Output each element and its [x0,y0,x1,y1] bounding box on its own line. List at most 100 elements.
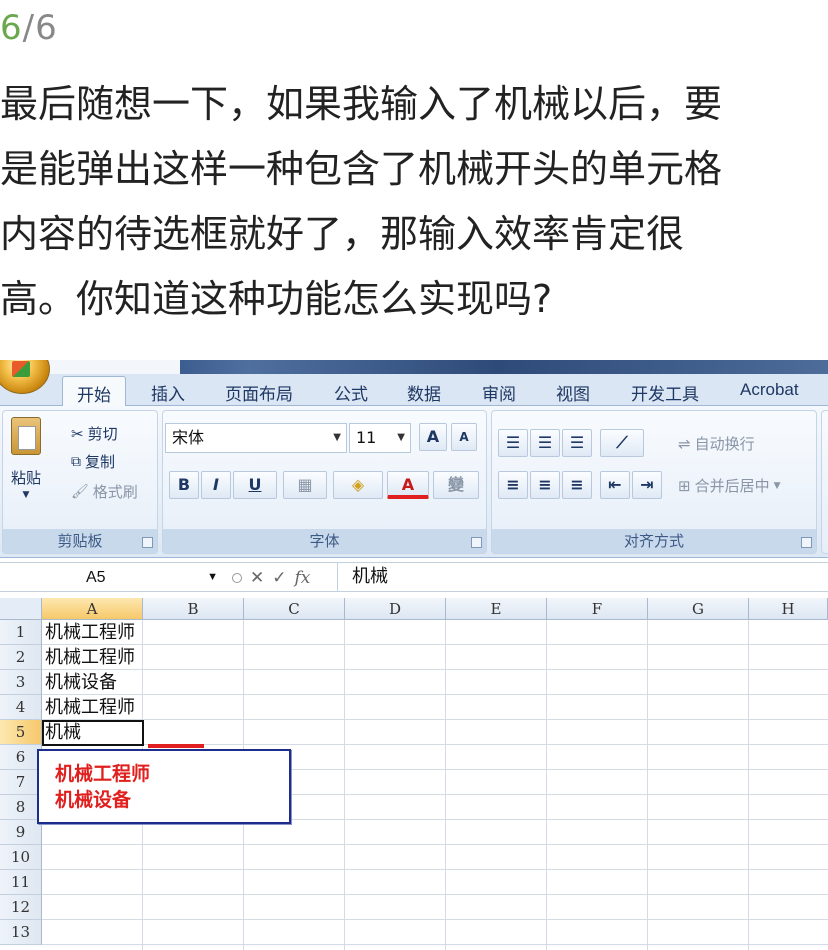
dialog-launcher-icon[interactable] [801,537,812,548]
underline-button[interactable]: U [233,471,277,499]
tab-acrobat[interactable]: Acrobat [740,380,799,400]
shrink-font-button[interactable]: A [451,423,477,451]
formula-input[interactable]: 机械 [337,563,388,591]
cell-a1[interactable]: 机械工程师 [45,620,135,645]
increase-indent-button[interactable]: ⇥ [632,471,662,499]
merge-center-button[interactable]: ⊞ 合并后居中 ▼ [678,475,781,496]
ribbon-tabs: 开始 插入 页面布局 公式 数据 审阅 视图 开发工具 Acrobat [0,374,828,407]
row-header[interactable]: 4 [0,695,42,720]
alignment-group-title: 对齐方式 [492,529,816,553]
column-header-a[interactable]: A [42,598,143,620]
name-box[interactable]: A5 ▼ [0,565,222,590]
merge-icon: ⊞ [678,476,691,495]
font-name-select[interactable]: 宋体 ▼ [165,423,347,453]
cell-a2[interactable]: 机械工程师 [45,645,135,670]
row-header[interactable]: 2 [0,645,42,670]
chevron-down-icon: ▼ [207,571,218,583]
font-color-button[interactable]: A [387,471,429,499]
row-header[interactable]: 7 [0,770,42,795]
formula-buttons: ✕ ✓ fx [232,565,310,590]
cell-a4[interactable]: 机械工程师 [45,695,135,720]
tab-home[interactable]: 开始 [62,376,126,407]
tab-insert[interactable]: 插入 [151,380,185,405]
decrease-indent-button[interactable]: ⇤ [600,471,630,499]
borders-button[interactable]: ▦ [283,471,327,499]
tab-developer[interactable]: 开发工具 [631,380,699,405]
row-header[interactable]: 10 [0,845,42,870]
font-size-select[interactable]: 11 ▼ [349,423,411,453]
orientation-button[interactable]: ⟋ [600,429,644,457]
row-header[interactable]: 5 [0,720,42,745]
cell-a3[interactable]: 机械设备 [45,670,117,695]
align-right-button[interactable]: ≡ [562,471,592,499]
tab-data[interactable]: 数据 [407,380,441,405]
cut-button[interactable]: ✂ 剪切 [71,423,118,444]
row-header[interactable]: 11 [0,870,42,895]
wrap-text-icon: ⇌ [678,434,691,453]
tab-review[interactable]: 审阅 [482,380,516,405]
chevron-down-icon: ▼ [22,490,30,500]
active-cell-border [42,720,144,746]
insert-function-icon[interactable]: fx [295,568,311,588]
row-header[interactable]: 12 [0,895,42,920]
excel-screenshot: 开始 插入 页面布局 公式 数据 审阅 视图 开发工具 Acrobat 粘贴 ▼… [0,360,828,950]
dialog-launcher-icon[interactable] [142,537,153,548]
format-painter-button[interactable]: 🖌 格式刷 [71,481,138,502]
column-header-c[interactable]: C [244,598,345,620]
tab-view[interactable]: 视图 [556,380,590,405]
paste-button[interactable]: 粘贴 ▼ [11,417,41,500]
fill-color-button[interactable]: ◈ [333,471,383,499]
font-group: 宋体 ▼ 11 ▼ A A B I U ▦ ◈ A 變 字体 [162,410,487,554]
wrap-text-button[interactable]: ⇌ 自动换行 [678,433,755,454]
column-header-f[interactable]: F [547,598,648,620]
office-logo-icon [12,361,30,377]
paint-bucket-icon: ◈ [351,475,365,494]
column-header-e[interactable]: E [446,598,547,620]
bold-button[interactable]: B [169,471,199,499]
column-header-d[interactable]: D [345,598,446,620]
question-line: 内容的待选框就好了，那输入效率肯定很 [0,212,685,256]
chevron-down-icon: ▼ [773,480,781,491]
align-bottom-button[interactable]: ☰ [562,429,592,457]
autocomplete-item[interactable]: 机械设备 [55,787,289,813]
align-top-button[interactable]: ☰ [498,429,528,457]
column-header-b[interactable]: B [143,598,244,620]
row-header[interactable]: 13 [0,920,42,945]
autocomplete-dropdown: 机械工程师 机械设备 [37,749,291,824]
copy-label: 复制 [85,453,116,471]
circle-icon [232,572,242,583]
borders-icon: ▦ [297,475,313,494]
italic-button[interactable]: I [201,471,231,499]
row-header[interactable]: 8 [0,795,42,820]
dialog-launcher-icon[interactable] [471,537,482,548]
increase-indent-icon: ⇥ [640,475,654,494]
align-middle-button[interactable]: ☰ [530,429,560,457]
tab-page-layout[interactable]: 页面布局 [225,380,293,405]
tab-formulas[interactable]: 公式 [334,380,368,405]
align-bottom-icon: ☰ [569,433,585,452]
wrap-text-label: 自动换行 [694,435,755,453]
align-center-button[interactable]: ≡ [530,471,560,499]
clipboard-group-title: 剪贴板 [3,529,157,553]
align-left-button[interactable]: ≡ [498,471,528,499]
scissors-icon: ✂ [71,424,84,443]
row-header[interactable]: 6 [0,745,42,770]
row-header[interactable]: 9 [0,820,42,845]
question-line: 是能弹出这样一种包含了机械开头的单元格 [0,147,723,191]
grow-font-button[interactable]: A [419,423,447,451]
column-header-h[interactable]: H [749,598,828,620]
row-header[interactable]: 3 [0,670,42,695]
row-header[interactable]: 1 [0,620,42,645]
title-bar [0,360,828,374]
question-line: 最后随想一下，如果我输入了机械以后，要 [0,82,723,126]
clipboard-group: 粘贴 ▼ ✂ 剪切 ⧉ 复制 🖌 格式刷 剪贴板 [2,410,158,554]
question-line: 高。你知道这种功能怎么实现吗? [0,277,553,321]
column-header-g[interactable]: G [648,598,749,620]
cancel-icon[interactable]: ✕ [250,568,264,588]
autocomplete-item[interactable]: 机械工程师 [55,761,289,787]
enter-icon[interactable]: ✓ [272,568,286,588]
select-all-button[interactable] [0,598,42,620]
copy-button[interactable]: ⧉ 复制 [71,451,115,472]
phonetic-button[interactable]: 變 [433,471,479,499]
merge-center-label: 合并后居中 [694,477,770,495]
